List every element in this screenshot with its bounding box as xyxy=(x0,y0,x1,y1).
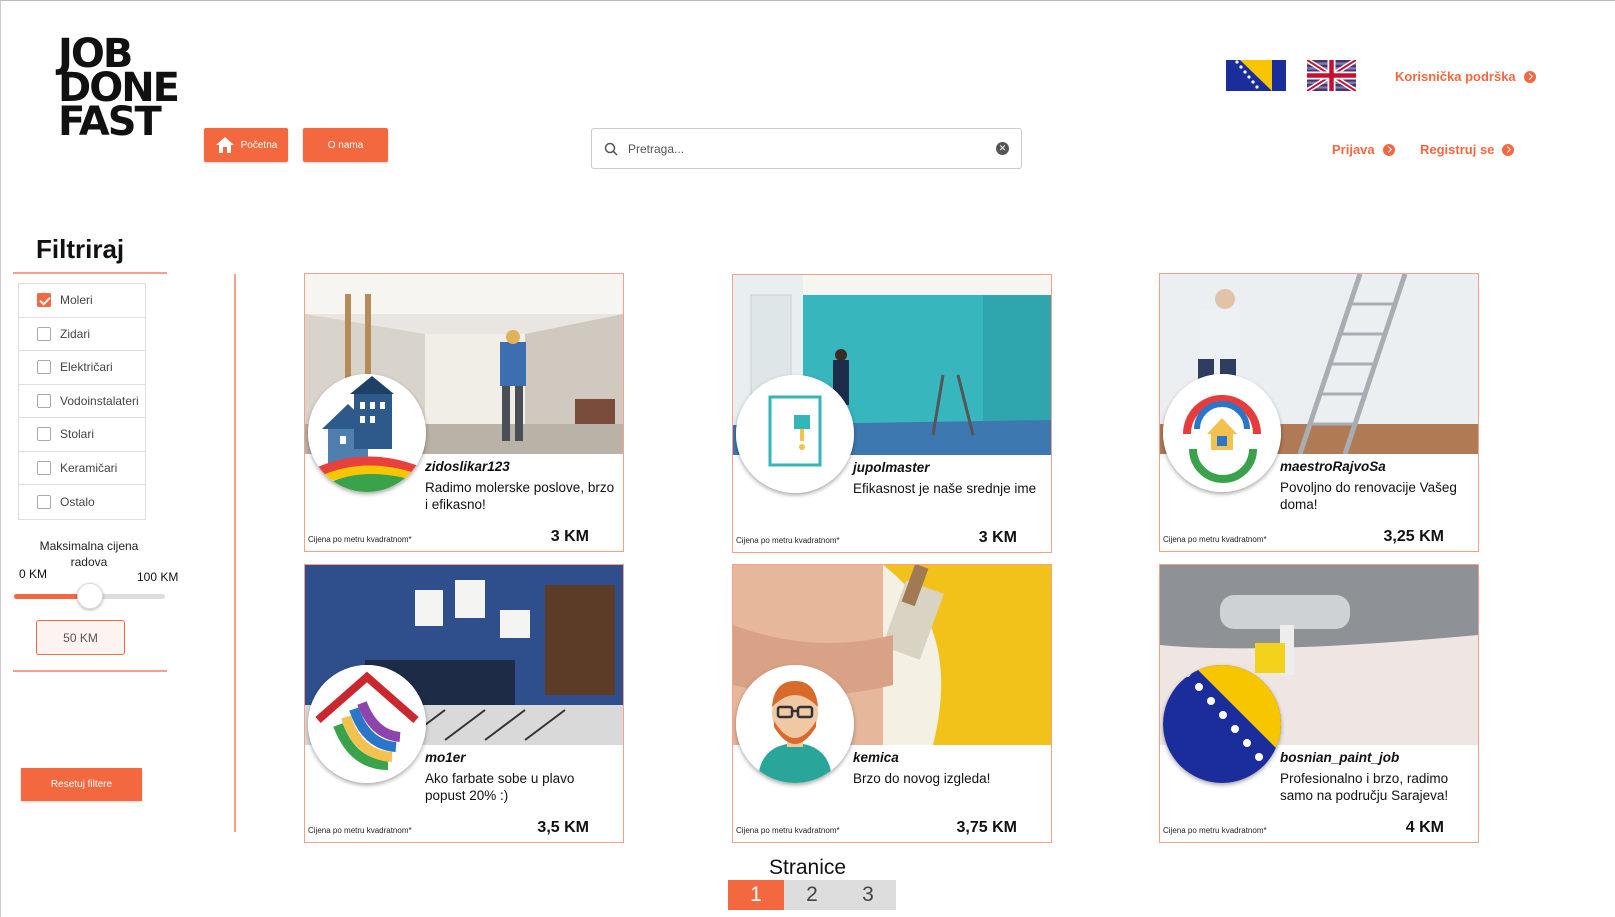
home-button[interactable]: Početna xyxy=(204,128,288,162)
reset-filters-label: Resetuj filtere xyxy=(50,779,113,790)
category-item-moleri[interactable]: Moleri xyxy=(19,284,145,318)
provider-username: zidoslikar123 xyxy=(425,459,510,474)
price-value: 50 KM xyxy=(63,630,98,645)
listing-card[interactable]: maestroRajvoSa Povoljno do renovacije Va… xyxy=(1159,273,1479,552)
price-label: Cijena po metru kvadratnom* xyxy=(308,535,412,544)
max-price-label: Maksimalna cijena radova xyxy=(39,539,139,569)
listing-card[interactable]: bosnian_paint_job Profesionalno i brzo, … xyxy=(1159,564,1479,843)
checkbox[interactable] xyxy=(37,393,51,408)
listing-card[interactable]: zidoslikar123 Radimo molerske poslove, b… xyxy=(304,273,624,552)
listing-card[interactable]: kemica Brzo do novog izgleda! Cijena po … xyxy=(732,564,1052,843)
search-input[interactable] xyxy=(628,141,996,156)
clear-icon[interactable]: ✕ xyxy=(996,142,1009,155)
price: 3 KM xyxy=(550,528,589,545)
provider-username: bosnian_paint_job xyxy=(1280,750,1400,765)
bosnian-flag-icon[interactable] xyxy=(1226,60,1286,91)
page-button[interactable]: 2 xyxy=(784,880,840,910)
pagination-title: Stranice xyxy=(769,856,847,879)
listing-description: Profesionalno i brzo, radimo samo na pod… xyxy=(1280,771,1449,803)
price-label: Cijena po metru kvadratnom* xyxy=(1163,826,1267,835)
category-label: Ostalo xyxy=(60,494,95,509)
divider xyxy=(13,272,167,274)
category-label: Zidari xyxy=(60,326,91,341)
provider-username: kemica xyxy=(853,750,899,765)
category-item-stolari[interactable]: Stolari xyxy=(19,418,145,452)
reset-filters-button[interactable]: Resetuj filtere xyxy=(21,768,142,801)
checkbox[interactable] xyxy=(37,460,51,475)
range-min-label: 0 KM xyxy=(19,567,48,581)
category-label: Moleri xyxy=(60,293,93,308)
english-flag-icon[interactable] xyxy=(1307,60,1356,91)
page-button[interactable]: 1 xyxy=(728,880,784,910)
category-label: Stolari xyxy=(60,427,95,442)
page-button[interactable]: 3 xyxy=(840,880,896,910)
divider xyxy=(13,670,167,672)
category-label: Električari xyxy=(60,360,113,375)
provider-username: jupolmaster xyxy=(853,460,930,475)
pagination: 1 2 3 xyxy=(728,880,896,910)
listing-card[interactable]: jupolmaster Efikasnost je naše srednje i… xyxy=(732,274,1052,553)
provider-avatar xyxy=(736,665,854,783)
category-item-ostalo[interactable]: Ostalo xyxy=(19,485,145,519)
house-icon xyxy=(215,137,234,153)
home-button-label: Početna xyxy=(240,139,278,151)
about-button[interactable]: O nama xyxy=(303,128,388,162)
register-link-label: Registruj se xyxy=(1420,142,1495,157)
chevron-right-icon xyxy=(1502,143,1515,156)
range-max-label: 100 KM xyxy=(137,570,179,584)
listing-description: Radimo molerske poslove, brzo i efikasno… xyxy=(425,480,615,512)
price: 3,75 KM xyxy=(956,819,1017,836)
slider-thumb[interactable] xyxy=(76,583,103,609)
register-link[interactable]: Registruj se xyxy=(1420,142,1515,157)
support-link-label: Korisnička podrška xyxy=(1395,69,1516,84)
price-label: Cijena po metru kvadratnom* xyxy=(1163,535,1267,544)
category-label: Keramičari xyxy=(60,460,118,475)
price-label: Cijena po metru kvadratnom* xyxy=(308,826,412,835)
listing-description: Brzo do novog izgleda! xyxy=(853,771,991,786)
checkbox[interactable] xyxy=(37,293,51,308)
provider-avatar xyxy=(736,375,854,493)
search-bar[interactable]: ✕ xyxy=(591,128,1022,169)
price-label: Cijena po metru kvadratnom* xyxy=(736,826,840,835)
login-link-label: Prijava xyxy=(1332,142,1375,157)
support-link[interactable]: Korisnička podrška xyxy=(1395,69,1536,84)
chevron-right-icon xyxy=(1382,143,1395,156)
category-list: Moleri Zidari Električari Vodoinstalater… xyxy=(18,283,146,520)
provider-avatar xyxy=(1163,665,1281,783)
price: 3,25 KM xyxy=(1383,528,1444,545)
provider-username: mo1er xyxy=(425,750,466,765)
listing-card[interactable]: mo1er Ako farbate sobe u plavo popust 20… xyxy=(304,564,624,843)
checkbox[interactable] xyxy=(37,427,51,442)
price: 4 KM xyxy=(1405,819,1444,836)
provider-username: maestroRajvoSa xyxy=(1280,459,1386,474)
provider-avatar xyxy=(308,665,426,783)
checkbox[interactable] xyxy=(37,326,51,341)
price-value-field[interactable]: 50 KM xyxy=(36,620,125,655)
page-frame: JOB DONE FAST Početna O nama ✕ Korisničk… xyxy=(0,0,1615,917)
listing-description: Ako farbate sobe u plavo popust 20% :) xyxy=(425,771,575,803)
about-button-label: O nama xyxy=(327,139,364,151)
filter-title: Filtriraj xyxy=(36,234,125,264)
chevron-right-icon xyxy=(1523,70,1536,83)
provider-avatar xyxy=(308,374,426,492)
price-label: Cijena po metru kvadratnom* xyxy=(736,536,840,545)
category-item-vodoinstalateri[interactable]: Vodoinstalateri xyxy=(19,385,145,418)
logo-line-3: FAST xyxy=(58,99,162,145)
category-label: Vodoinstalateri xyxy=(60,393,139,408)
logo[interactable]: JOB DONE FAST xyxy=(58,34,180,145)
price: 3,5 KM xyxy=(537,819,589,836)
provider-avatar xyxy=(1163,374,1281,492)
category-item-elektricari[interactable]: Električari xyxy=(19,351,145,385)
sidebar-divider xyxy=(234,274,236,832)
listing-description: Efikasnost je naše srednje ime xyxy=(853,481,1037,496)
checkbox[interactable] xyxy=(37,494,51,509)
price: 3 KM xyxy=(978,529,1017,546)
search-icon xyxy=(604,142,618,156)
price-slider[interactable] xyxy=(14,583,165,609)
checkbox[interactable] xyxy=(37,360,51,375)
category-item-zidari[interactable]: Zidari xyxy=(19,318,145,351)
login-link[interactable]: Prijava xyxy=(1332,142,1395,157)
listing-description: Povoljno do renovacije Vašeg doma! xyxy=(1280,480,1457,512)
category-item-keramicari[interactable]: Keramičari xyxy=(19,452,145,485)
